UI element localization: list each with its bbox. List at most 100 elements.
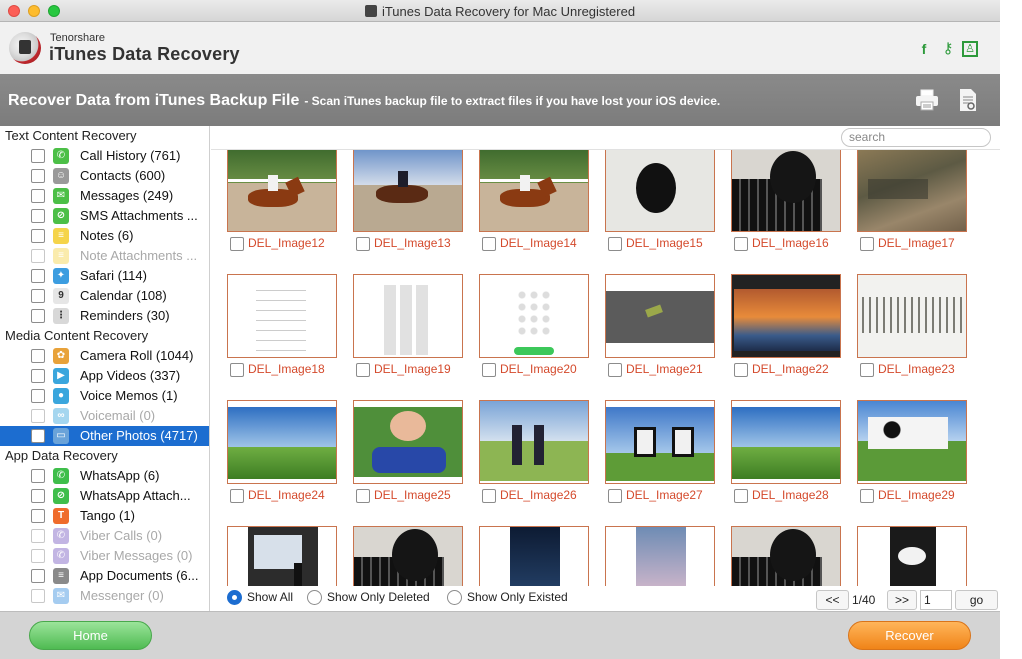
sidebar-item-checkbox[interactable] xyxy=(31,429,45,443)
image-tile[interactable]: DEL_Image18 xyxy=(211,274,337,384)
prev-page-button[interactable]: << xyxy=(816,590,849,610)
image-tile[interactable] xyxy=(841,526,967,586)
sidebar-item[interactable]: ⋮ Reminders (30) xyxy=(0,306,209,326)
image-thumbnail[interactable] xyxy=(227,274,337,358)
sidebar-item[interactable]: ⊘ SMS Attachments ... xyxy=(0,206,209,226)
key-icon[interactable]: ⚷ xyxy=(941,41,955,57)
sidebar-item-checkbox[interactable] xyxy=(31,409,45,423)
sidebar-item-checkbox[interactable] xyxy=(31,509,45,523)
sidebar-item[interactable]: ☺ Contacts (600) xyxy=(0,166,209,186)
image-tile[interactable] xyxy=(715,526,841,586)
printer-icon[interactable] xyxy=(915,89,939,111)
sidebar-item-checkbox[interactable] xyxy=(31,169,45,183)
image-thumbnail[interactable] xyxy=(479,274,589,358)
sidebar-item[interactable]: ✦ Safari (114) xyxy=(0,266,209,286)
image-thumbnail[interactable] xyxy=(353,274,463,358)
sidebar-item[interactable]: ≡ Note Attachments ... xyxy=(0,246,209,266)
radio-dot[interactable] xyxy=(227,590,242,605)
recover-button[interactable]: Recover xyxy=(848,621,971,650)
image-thumbnail[interactable] xyxy=(353,150,463,232)
image-thumbnail[interactable] xyxy=(731,400,841,484)
image-thumbnail[interactable] xyxy=(353,400,463,484)
sidebar-item-checkbox[interactable] xyxy=(31,369,45,383)
image-checkbox[interactable] xyxy=(734,489,748,503)
sidebar-item[interactable]: ∞ Voicemail (0) xyxy=(0,406,209,426)
image-checkbox[interactable] xyxy=(608,237,622,251)
image-checkbox[interactable] xyxy=(230,363,244,377)
sidebar-item-checkbox[interactable] xyxy=(31,189,45,203)
sidebar-item-checkbox[interactable] xyxy=(31,229,45,243)
image-thumbnail[interactable] xyxy=(857,274,967,358)
sidebar-item-checkbox[interactable] xyxy=(31,149,45,163)
image-checkbox[interactable] xyxy=(608,489,622,503)
next-page-button[interactable]: >> xyxy=(887,590,917,610)
sidebar-item[interactable]: ≡ Notes (6) xyxy=(0,226,209,246)
sidebar-item-checkbox[interactable] xyxy=(31,469,45,483)
image-tile[interactable] xyxy=(463,526,589,586)
sidebar-item-checkbox[interactable] xyxy=(31,389,45,403)
export-document-icon[interactable] xyxy=(959,88,977,112)
sidebar-item-checkbox[interactable] xyxy=(31,309,45,323)
sidebar-item-checkbox[interactable] xyxy=(31,529,45,543)
image-tile[interactable]: DEL_Image26 xyxy=(463,400,589,510)
image-tile[interactable]: DEL_Image29 xyxy=(841,400,967,510)
shop-icon[interactable]: ♙ xyxy=(962,41,978,57)
image-thumbnail[interactable] xyxy=(605,150,715,232)
image-thumbnail[interactable] xyxy=(605,526,715,586)
image-tile[interactable]: DEL_Image15 xyxy=(589,150,715,258)
sidebar-item[interactable]: 9 Calendar (108) xyxy=(0,286,209,306)
image-thumbnail[interactable] xyxy=(227,400,337,484)
image-tile[interactable]: DEL_Image22 xyxy=(715,274,841,384)
sidebar-item[interactable]: ▭ Other Photos (4717) xyxy=(0,426,209,446)
image-tile[interactable]: DEL_Image17 xyxy=(841,150,967,258)
sidebar-item-checkbox[interactable] xyxy=(31,569,45,583)
image-thumbnail[interactable] xyxy=(731,150,841,232)
image-checkbox[interactable] xyxy=(860,237,874,251)
sidebar-item[interactable]: ⊘ WhatsApp Attach... xyxy=(0,486,209,506)
image-thumbnail[interactable] xyxy=(731,526,841,586)
image-thumbnail[interactable] xyxy=(227,526,337,586)
image-thumbnail[interactable] xyxy=(857,400,967,484)
sidebar-item[interactable]: ✆ Viber Messages (0) xyxy=(0,546,209,566)
image-tile[interactable]: DEL_Image25 xyxy=(337,400,463,510)
image-tile[interactable]: DEL_Image13 xyxy=(337,150,463,258)
sidebar-item[interactable]: ✆ WhatsApp (6) xyxy=(0,466,209,486)
image-checkbox[interactable] xyxy=(356,363,370,377)
radio-dot[interactable] xyxy=(447,590,462,605)
image-thumbnail[interactable] xyxy=(353,526,463,586)
image-thumbnail[interactable] xyxy=(605,400,715,484)
sidebar-item[interactable]: ✿ Camera Roll (1044) xyxy=(0,346,209,366)
page-number-input[interactable]: 1 xyxy=(920,590,952,610)
image-checkbox[interactable] xyxy=(482,237,496,251)
sidebar-item-checkbox[interactable] xyxy=(31,269,45,283)
sidebar-item[interactable]: T Tango (1) xyxy=(0,506,209,526)
image-tile[interactable] xyxy=(589,526,715,586)
image-tile[interactable]: DEL_Image28 xyxy=(715,400,841,510)
image-tile[interactable]: DEL_Image19 xyxy=(337,274,463,384)
home-button[interactable]: Home xyxy=(29,621,152,650)
sidebar-item[interactable]: ▶ App Videos (337) xyxy=(0,366,209,386)
image-tile[interactable]: DEL_Image24 xyxy=(211,400,337,510)
image-checkbox[interactable] xyxy=(356,237,370,251)
image-thumbnail[interactable] xyxy=(227,150,337,232)
image-tile[interactable]: DEL_Image20 xyxy=(463,274,589,384)
image-checkbox[interactable] xyxy=(734,237,748,251)
image-thumbnail[interactable] xyxy=(479,150,589,232)
sidebar-item-checkbox[interactable] xyxy=(31,249,45,263)
sidebar-item[interactable]: ✆ Call History (761) xyxy=(0,146,209,166)
image-tile[interactable]: DEL_Image16 xyxy=(715,150,841,258)
image-tile[interactable]: DEL_Image21 xyxy=(589,274,715,384)
image-checkbox[interactable] xyxy=(860,489,874,503)
sidebar-item[interactable]: ✆ Viber Calls (0) xyxy=(0,526,209,546)
sidebar-item-checkbox[interactable] xyxy=(31,589,45,603)
image-thumbnail[interactable] xyxy=(857,526,967,586)
sidebar-item-checkbox[interactable] xyxy=(31,549,45,563)
sidebar-item[interactable]: ✉ Messages (249) xyxy=(0,186,209,206)
image-checkbox[interactable] xyxy=(608,363,622,377)
image-tile[interactable] xyxy=(211,526,337,586)
image-tile[interactable]: DEL_Image23 xyxy=(841,274,967,384)
sidebar-item[interactable]: ✉ Messenger (0) xyxy=(0,586,209,606)
image-tile[interactable]: DEL_Image27 xyxy=(589,400,715,510)
sidebar-item-checkbox[interactable] xyxy=(31,489,45,503)
radio-dot[interactable] xyxy=(307,590,322,605)
